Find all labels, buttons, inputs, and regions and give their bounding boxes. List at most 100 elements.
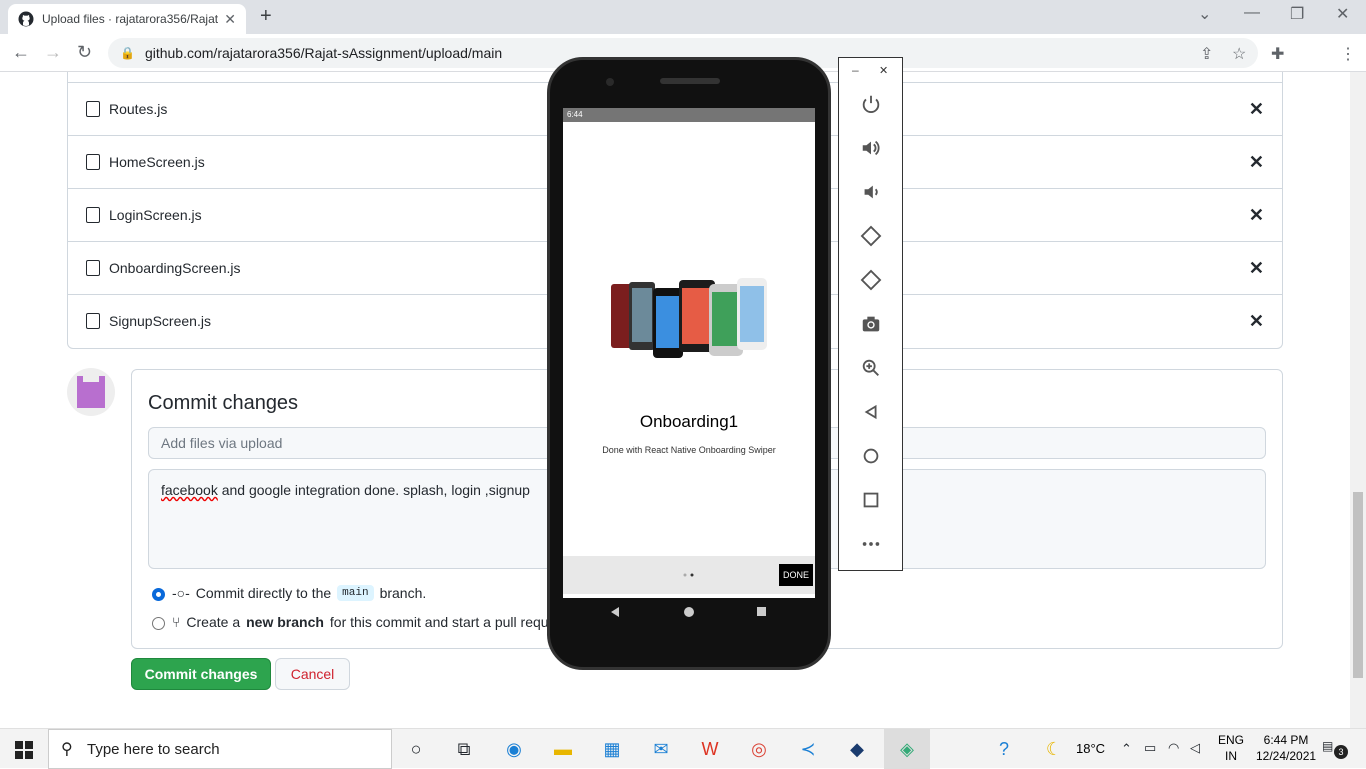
edge-icon[interactable]: ◉ bbox=[500, 735, 528, 763]
cancel-button[interactable]: Cancel bbox=[275, 658, 350, 690]
overview-icon[interactable] bbox=[859, 488, 883, 512]
android-overview-icon[interactable] bbox=[757, 607, 766, 616]
extensions-icon[interactable]: ✚ bbox=[1271, 44, 1284, 64]
remove-file-icon[interactable]: ✕ bbox=[1249, 152, 1264, 173]
search-placeholder: Type here to search bbox=[87, 740, 220, 758]
menu-icon[interactable]: ⋮ bbox=[1340, 44, 1356, 64]
clock[interactable]: 6:44 PM 12/24/2021 bbox=[1256, 732, 1316, 764]
taskbar-search-box[interactable]: ⚲ Type here to search bbox=[48, 729, 392, 769]
file-name: HomeScreen.js bbox=[109, 154, 205, 170]
description-text: and google integration done. splash, log… bbox=[217, 482, 530, 498]
browser-tab-bar: Upload files · rajatarora356/Rajat ✕ + ⌄… bbox=[0, 0, 1366, 34]
camera-icon[interactable] bbox=[859, 312, 883, 336]
tab-search-icon[interactable]: ⌄ bbox=[1198, 4, 1211, 24]
url-text: github.com/rajatarora356/Rajat-sAssignme… bbox=[144, 45, 503, 61]
android-back-icon[interactable] bbox=[611, 607, 619, 617]
more-icon[interactable] bbox=[859, 532, 883, 556]
file-explorer-icon[interactable]: ▬ bbox=[549, 735, 577, 763]
store-icon[interactable]: ▦ bbox=[598, 735, 626, 763]
new-tab-button[interactable]: + bbox=[260, 5, 272, 28]
panel-close-icon[interactable]: ✕ bbox=[879, 64, 888, 77]
notification-icon: ▤ bbox=[1322, 739, 1334, 753]
new-branch-radio[interactable] bbox=[152, 617, 165, 630]
emulator-screen[interactable]: 6:44 Onboarding1 Done with React Native … bbox=[563, 108, 815, 598]
wifi-icon[interactable]: ◠ bbox=[1168, 740, 1179, 756]
tray-chevron-icon[interactable]: ⌃ bbox=[1121, 741, 1132, 757]
file-icon bbox=[86, 313, 100, 329]
help-icon[interactable]: ? bbox=[990, 735, 1018, 763]
commit-direct-radio[interactable] bbox=[152, 588, 165, 601]
panel-minimize-icon[interactable]: – bbox=[852, 63, 859, 77]
onboarding-title: Onboarding1 bbox=[639, 412, 739, 431]
restore-icon[interactable]: ❐ bbox=[1290, 4, 1304, 24]
language-code: ENG bbox=[1218, 733, 1245, 747]
rotate-right-icon[interactable] bbox=[859, 268, 883, 292]
remove-file-icon[interactable]: ✕ bbox=[1249, 258, 1264, 279]
region-code: IN bbox=[1225, 749, 1237, 763]
scrollbar-thumb[interactable] bbox=[1353, 492, 1363, 678]
onboarding-footer: DONE bbox=[563, 556, 815, 594]
browser-tab[interactable]: Upload files · rajatarora356/Rajat ✕ bbox=[8, 4, 246, 34]
commit-changes-button[interactable]: Commit changes bbox=[131, 658, 271, 690]
zoom-icon[interactable] bbox=[859, 356, 883, 380]
close-window-icon[interactable]: ✕ bbox=[1336, 4, 1349, 24]
remove-file-icon[interactable]: ✕ bbox=[1249, 205, 1264, 226]
branch-name: main bbox=[337, 585, 374, 601]
vscode-icon[interactable]: ≺ bbox=[794, 735, 822, 763]
language-indicator[interactable]: ENG IN bbox=[1218, 732, 1244, 764]
chrome-icon[interactable]: ◎ bbox=[745, 735, 773, 763]
file-name: SignupScreen.js bbox=[109, 313, 211, 329]
temperature: 18°C bbox=[1076, 741, 1106, 756]
android-nav-bar bbox=[611, 607, 766, 617]
share-icon[interactable]: ⇪ bbox=[1200, 44, 1213, 64]
status-time: 6:44 bbox=[567, 110, 583, 119]
power-icon[interactable] bbox=[859, 92, 883, 116]
task-view-icon[interactable]: ⧉ bbox=[450, 735, 478, 763]
done-button[interactable]: DONE bbox=[779, 564, 813, 586]
lock-icon: 🔒 bbox=[120, 46, 135, 60]
front-camera bbox=[606, 78, 614, 86]
onboarding-subtitle: Done with React Native Onboarding Swiper bbox=[602, 445, 776, 455]
android-home-icon[interactable] bbox=[684, 607, 694, 617]
back-icon[interactable] bbox=[859, 400, 883, 424]
windows-taskbar: ⚲ Type here to search ○ ⧉ ◉ ▬ ▦ ✉ W ◎ ≺ … bbox=[0, 728, 1366, 769]
tab-close-icon[interactable]: ✕ bbox=[224, 11, 236, 28]
volume-down-icon[interactable] bbox=[859, 180, 883, 204]
volume-icon[interactable]: ◁ bbox=[1190, 740, 1200, 756]
emulator-control-panel: – ✕ bbox=[838, 57, 903, 571]
option-label-bold: new branch bbox=[246, 614, 324, 630]
misspelled-word: facebook bbox=[161, 482, 218, 498]
android-emulator-phone: 6:44 Onboarding1 Done with React Native … bbox=[547, 57, 831, 670]
new-branch-option[interactable]: ⑂ Create a new branch for this commit an… bbox=[172, 614, 549, 630]
volume-up-icon[interactable] bbox=[859, 136, 883, 160]
page-indicator-dots bbox=[683, 573, 694, 577]
cortana-icon[interactable]: ○ bbox=[402, 735, 430, 763]
remove-file-icon[interactable]: ✕ bbox=[1249, 311, 1264, 332]
tab-title: Upload files · rajatarora356/Rajat bbox=[42, 12, 219, 26]
battery-icon[interactable]: ▭ bbox=[1144, 740, 1156, 756]
minimize-icon[interactable]: — bbox=[1244, 4, 1260, 22]
wps-office-icon[interactable]: W bbox=[696, 735, 724, 763]
bookmark-star-icon[interactable]: ☆ bbox=[1232, 44, 1246, 64]
option-label: Commit directly to the bbox=[195, 585, 332, 601]
phones-illustration bbox=[611, 278, 767, 358]
app-icon[interactable]: ◆ bbox=[843, 735, 871, 763]
file-icon bbox=[86, 260, 100, 276]
android-studio-icon[interactable]: ◈ bbox=[884, 729, 930, 769]
commit-direct-option[interactable]: -○- Commit directly to the main branch. bbox=[172, 585, 426, 601]
forward-icon[interactable]: → bbox=[44, 42, 62, 63]
rotate-left-icon[interactable] bbox=[859, 224, 883, 248]
page-scrollbar[interactable] bbox=[1350, 72, 1366, 728]
android-status-bar: 6:44 bbox=[563, 108, 815, 122]
option-label: Create a bbox=[186, 614, 241, 630]
file-name: LoginScreen.js bbox=[109, 207, 202, 223]
windows-start-icon[interactable] bbox=[15, 741, 33, 759]
remove-file-icon[interactable]: ✕ bbox=[1249, 99, 1264, 120]
reload-icon[interactable]: ↻ bbox=[77, 42, 92, 63]
mail-icon[interactable]: ✉ bbox=[647, 735, 675, 763]
earpiece bbox=[660, 78, 720, 84]
notification-center[interactable]: ▤ 3 bbox=[1322, 739, 1348, 759]
home-icon[interactable] bbox=[859, 444, 883, 468]
git-commit-icon: -○- bbox=[172, 585, 190, 601]
back-icon[interactable]: ← bbox=[12, 42, 30, 63]
